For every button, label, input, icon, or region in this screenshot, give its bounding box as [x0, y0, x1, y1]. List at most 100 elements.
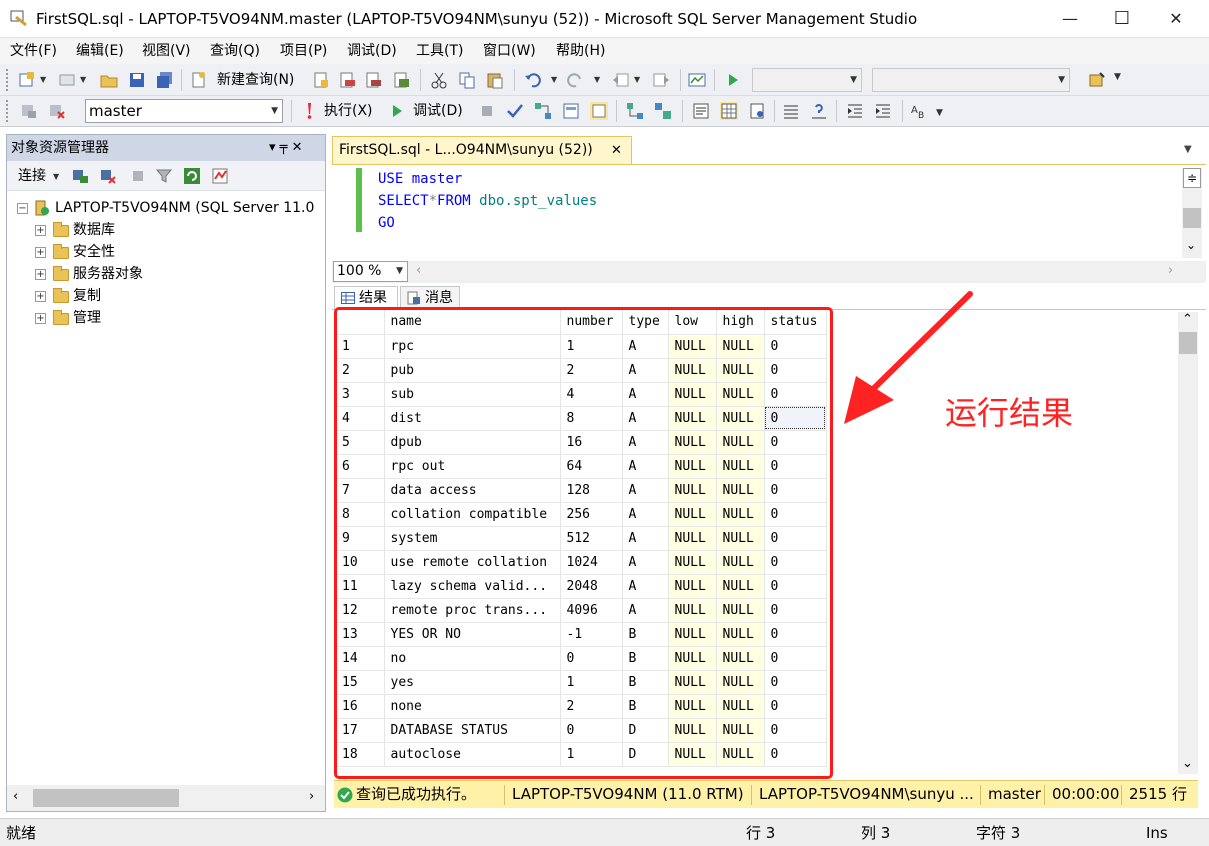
specify-template-values-icon[interactable]: AB: [910, 102, 928, 120]
disconnect-icon[interactable]: [99, 167, 117, 185]
tab-messages[interactable]: 消息: [400, 286, 460, 309]
activity-monitor-icon[interactable]: [211, 167, 229, 185]
dmx-query-icon[interactable]: [364, 71, 382, 89]
results-to-grid-icon[interactable]: [720, 102, 738, 120]
parse-check-icon[interactable]: [506, 102, 524, 120]
decrease-indent-icon[interactable]: [846, 102, 864, 120]
connect-icon[interactable]: [20, 102, 38, 120]
comment-lines-icon[interactable]: [782, 102, 800, 120]
execute-icon[interactable]: [300, 102, 318, 120]
scroll-left-icon[interactable]: ‹: [416, 263, 421, 278]
menu-window[interactable]: 窗口(W): [483, 38, 536, 64]
activity-monitor-icon[interactable]: [688, 71, 706, 89]
menu-project[interactable]: 项目(P): [280, 38, 327, 64]
solution-config-select[interactable]: ▼: [752, 68, 862, 92]
menu-query[interactable]: 查询(Q): [210, 38, 260, 64]
dropdown-arrow-icon[interactable]: ▼: [594, 75, 600, 84]
dropdown-arrow-icon[interactable]: ▼: [551, 75, 557, 84]
minimize-button[interactable]: —: [1044, 0, 1096, 38]
menu-edit[interactable]: 编辑(E): [76, 38, 124, 64]
editor-vertical-scrollbar[interactable]: ≑ ⌄: [1182, 168, 1202, 258]
scroll-thumb[interactable]: [1179, 332, 1197, 354]
expand-icon[interactable]: +: [35, 269, 46, 280]
navigate-backward-icon[interactable]: [612, 71, 630, 89]
expand-icon[interactable]: +: [35, 313, 46, 324]
tree-node-databases[interactable]: + 数据库: [35, 219, 295, 241]
paste-icon[interactable]: [486, 71, 504, 89]
connect-server-icon[interactable]: [71, 167, 89, 185]
filter-icon[interactable]: [155, 167, 173, 185]
redo-icon[interactable]: [566, 71, 584, 89]
client-statistics-icon[interactable]: [654, 102, 672, 120]
properties-window-icon[interactable]: [1088, 71, 1106, 89]
scroll-up-icon[interactable]: ⌃: [1182, 312, 1193, 327]
scroll-thumb[interactable]: [1183, 208, 1201, 228]
connect-button[interactable]: 连接: [18, 161, 46, 191]
increase-indent-icon[interactable]: [874, 102, 892, 120]
solution-platform-select[interactable]: ▼: [872, 68, 1070, 92]
collapse-icon[interactable]: −: [17, 203, 28, 214]
menu-debug[interactable]: 调试(D): [347, 38, 397, 64]
dropdown-arrow-icon[interactable]: ▼: [53, 172, 59, 181]
copy-icon[interactable]: [458, 71, 476, 89]
code-editor[interactable]: USE master SELECT*FROM dbo.spt_values GO: [378, 168, 1206, 258]
expand-icon[interactable]: +: [35, 291, 46, 302]
scroll-left-icon[interactable]: ‹: [13, 789, 18, 804]
undo-icon[interactable]: [524, 71, 542, 89]
xmla-query-icon[interactable]: [392, 71, 410, 89]
zoom-select[interactable]: 100 % ▼: [333, 261, 408, 282]
dropdown-arrow-icon[interactable]: ▼: [80, 75, 86, 84]
execute-button[interactable]: 执行(X): [324, 100, 373, 122]
tab-list-dropdown-icon[interactable]: ▼: [1184, 144, 1192, 155]
cancel-query-icon[interactable]: [478, 102, 496, 120]
tree-node-management[interactable]: + 管理: [35, 307, 295, 329]
save-icon[interactable]: [128, 71, 146, 89]
scroll-right-icon[interactable]: ›: [1168, 263, 1173, 278]
expand-icon[interactable]: +: [35, 247, 46, 258]
mdx-query-icon[interactable]: [338, 71, 356, 89]
toolbar-overflow-icon[interactable]: ▼: [936, 108, 943, 118]
cut-icon[interactable]: [430, 71, 448, 89]
document-tab[interactable]: FirstSQL.sql - L...O94NM\sunyu (52)) ✕: [332, 136, 632, 164]
tab-results[interactable]: 结果: [334, 286, 398, 309]
results-file-icon[interactable]: [748, 102, 766, 120]
split-icon[interactable]: ≑: [1183, 168, 1201, 188]
close-button[interactable]: ✕: [1150, 0, 1202, 38]
uncomment-lines-icon[interactable]: [810, 102, 828, 120]
results-vertical-scrollbar[interactable]: ⌃ ⌄: [1178, 312, 1198, 774]
dropdown-arrow-icon[interactable]: ▼: [634, 75, 640, 84]
save-all-icon[interactable]: [156, 71, 174, 89]
toolbar-overflow-icon[interactable]: ▼: [1114, 72, 1121, 82]
toolbar-grip[interactable]: [6, 100, 10, 122]
menu-tools[interactable]: 工具(T): [416, 38, 463, 64]
tree-node-server-objects[interactable]: + 服务器对象: [35, 263, 295, 285]
db-engine-query-icon[interactable]: [312, 71, 330, 89]
debug-button[interactable]: 调试(D): [413, 100, 463, 122]
stop-icon[interactable]: [129, 167, 147, 185]
change-connection-icon[interactable]: [48, 102, 66, 120]
query-designer-icon[interactable]: [562, 102, 580, 120]
debug-play-icon[interactable]: [388, 102, 406, 120]
add-item-icon[interactable]: [58, 71, 76, 89]
panel-pin-close-icons[interactable]: ▾ ╤ ✕: [269, 135, 303, 161]
new-project-icon[interactable]: [18, 71, 36, 89]
include-plan-icon[interactable]: [626, 102, 644, 120]
tree-node-security[interactable]: + 安全性: [35, 241, 295, 263]
estimated-plan-icon[interactable]: [534, 102, 552, 120]
refresh-icon[interactable]: [183, 167, 201, 185]
available-databases-select[interactable]: master ▼: [85, 99, 283, 123]
toolbar-grip[interactable]: [6, 69, 10, 91]
results-to-text-icon[interactable]: [692, 102, 710, 120]
start-icon[interactable]: [724, 71, 742, 89]
menu-file[interactable]: 文件(F): [10, 38, 57, 64]
results-to-file-icon[interactable]: [590, 102, 608, 120]
navigate-forward-icon[interactable]: [652, 71, 670, 89]
scroll-down-icon[interactable]: ⌄: [1186, 238, 1196, 252]
new-query-icon[interactable]: [190, 71, 208, 89]
menu-view[interactable]: 视图(V): [142, 38, 191, 64]
menu-help[interactable]: 帮助(H): [556, 38, 605, 64]
scroll-down-icon[interactable]: ⌄: [1182, 756, 1193, 771]
tree-node-replication[interactable]: + 复制: [35, 285, 295, 307]
scroll-thumb[interactable]: [33, 789, 179, 807]
tab-close-icon[interactable]: ✕: [611, 137, 622, 164]
